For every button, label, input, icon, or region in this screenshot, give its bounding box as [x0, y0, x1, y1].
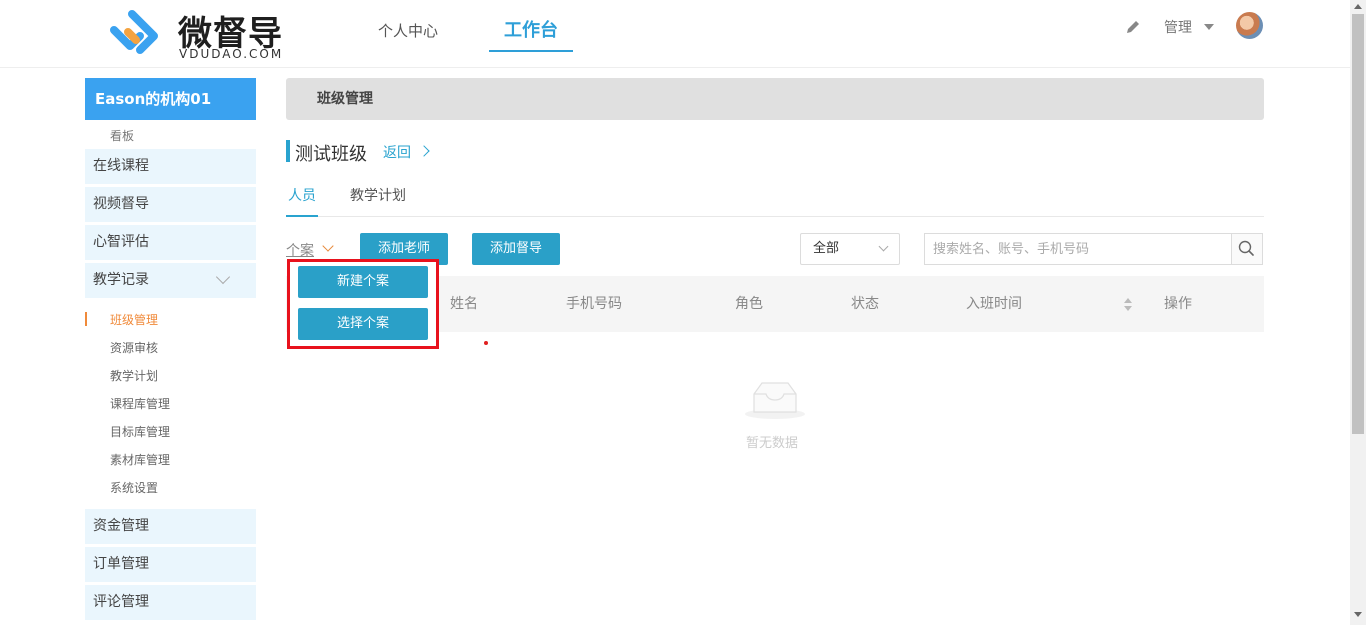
- sidebar-item-course-library[interactable]: 课程库管理: [110, 395, 170, 412]
- cursor-marker: [484, 341, 488, 345]
- scrollbar-thumb[interactable]: [1352, 14, 1364, 434]
- org-name[interactable]: Eason的机构01: [85, 78, 256, 120]
- sidebar-item-system-settings[interactable]: 系统设置: [110, 479, 158, 496]
- sidebar-item-kanban[interactable]: 看板: [110, 127, 134, 144]
- column-name: 姓名: [450, 296, 478, 312]
- tab-people[interactable]: 人员: [286, 185, 318, 217]
- empty-state-text: 暂无数据: [746, 436, 799, 451]
- sidebar-item-goal-library[interactable]: 目标库管理: [110, 423, 170, 440]
- column-phone: 手机号码: [566, 296, 622, 312]
- page-title: 测试班级: [295, 144, 367, 165]
- page-scrollbar[interactable]: [1350, 0, 1366, 625]
- sidebar-item-teaching-plan[interactable]: 教学计划: [110, 367, 158, 384]
- scroll-down-icon[interactable]: [1354, 612, 1362, 617]
- active-indicator: [85, 312, 87, 326]
- empty-inbox-icon: [745, 382, 805, 419]
- sidebar-item-material-library[interactable]: 素材库管理: [110, 451, 170, 468]
- manage-menu[interactable]: 管理: [1164, 17, 1192, 37]
- breadcrumb-bar: 班级管理: [286, 78, 1264, 120]
- case-dropdown-menu: 新建个案 选择个案: [287, 259, 439, 349]
- avatar[interactable]: [1236, 12, 1263, 39]
- column-status: 状态: [851, 296, 879, 312]
- tabs-divider: [286, 216, 1264, 217]
- nav-workbench[interactable]: 工作台: [489, 0, 573, 52]
- search-input[interactable]: [924, 233, 1231, 265]
- chevron-down-icon: [878, 241, 889, 252]
- add-supervisor-button[interactable]: 添加督导: [472, 233, 560, 265]
- sidebar-item-teaching-records[interactable]: 教学记录: [85, 263, 256, 298]
- sidebar-item-mind-assessment[interactable]: 心智评估: [85, 225, 256, 260]
- role-filter-select[interactable]: 全部: [800, 233, 900, 265]
- new-case-button[interactable]: 新建个案: [298, 266, 428, 298]
- search-icon: [1238, 240, 1254, 256]
- column-role: 角色: [735, 296, 763, 312]
- case-menu-trigger[interactable]: 个案: [286, 240, 314, 260]
- sidebar-item-funds[interactable]: 资金管理: [85, 509, 256, 544]
- sidebar-item-comments[interactable]: 评论管理: [85, 585, 256, 620]
- tab-teaching-plan[interactable]: 教学计划: [350, 185, 406, 205]
- sidebar-item-video-supervision[interactable]: 视频督导: [85, 187, 256, 222]
- nav-personal-center[interactable]: 个人中心: [378, 0, 438, 52]
- title-accent: [286, 140, 290, 162]
- column-actions: 操作: [1164, 296, 1192, 312]
- caret-down-icon[interactable]: [1204, 24, 1214, 30]
- select-case-button[interactable]: 选择个案: [298, 308, 428, 340]
- chevron-down-icon[interactable]: [322, 240, 334, 252]
- pencil-icon[interactable]: [1124, 18, 1142, 36]
- breadcrumb: 班级管理: [317, 91, 373, 107]
- sidebar-item-resource-review[interactable]: 资源审核: [110, 339, 158, 356]
- search-button[interactable]: [1231, 233, 1263, 265]
- role-filter-value: 全部: [813, 241, 840, 256]
- logo-subtext: VDUDAO.COM: [179, 47, 284, 61]
- sort-icon[interactable]: [1124, 298, 1132, 311]
- sidebar-item-class-management[interactable]: 班级管理: [110, 311, 158, 328]
- scroll-up-icon[interactable]: [1354, 4, 1362, 9]
- top-header: 微督导 VDUDAO.COM 个人中心 工作台 管理: [0, 0, 1350, 68]
- sidebar-item-online-courses[interactable]: 在线课程: [85, 149, 256, 184]
- chevron-right-icon[interactable]: [418, 145, 430, 157]
- logo-icon: [110, 10, 158, 54]
- column-join-time: 入班时间: [966, 296, 1022, 312]
- back-link[interactable]: 返回: [383, 142, 411, 162]
- sidebar-item-orders[interactable]: 订单管理: [85, 547, 256, 582]
